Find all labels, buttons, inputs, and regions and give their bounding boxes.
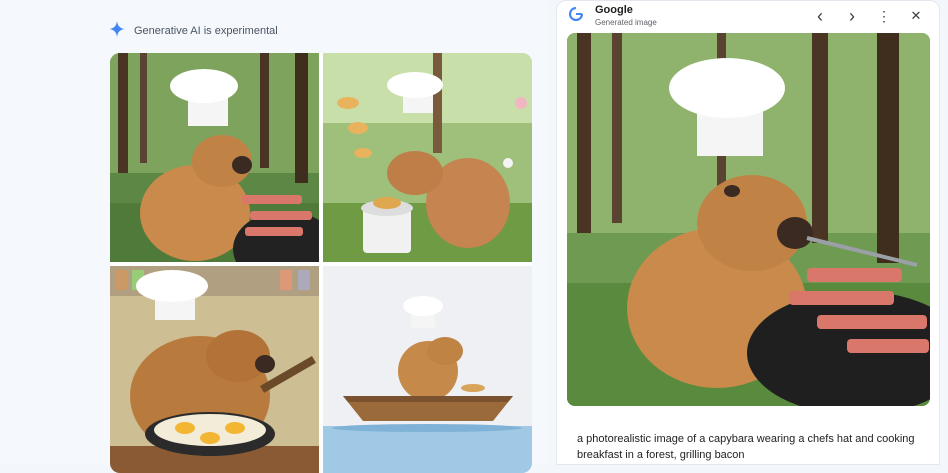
- capybara-grill-large-image: [567, 33, 930, 406]
- generated-image-preview: [567, 33, 930, 406]
- image-tile-kitchen-pan[interactable]: [110, 266, 319, 473]
- experimental-banner: Generative AI is experimental: [108, 20, 278, 42]
- experimental-label: Generative AI is experimental: [134, 25, 278, 37]
- capybara-frying-pan-image: [110, 266, 319, 473]
- gemini-sparkle-icon: [108, 20, 126, 43]
- panel-subtitle: Generated image: [595, 18, 657, 27]
- image-grid: [110, 53, 532, 473]
- more-options-button[interactable]: ⋮: [873, 6, 895, 26]
- close-button[interactable]: ✕: [905, 6, 927, 26]
- capybara-grill-image: [110, 53, 319, 262]
- capybara-pancakes-image: [323, 53, 532, 262]
- prev-button[interactable]: ‹: [809, 6, 831, 26]
- image-caption: a photorealistic image of a capybara wea…: [577, 433, 915, 461]
- google-g-icon: [568, 6, 584, 24]
- image-tile-forest-grill[interactable]: [110, 53, 319, 262]
- image-tile-boat[interactable]: [323, 266, 532, 473]
- panel-title: Google: [595, 4, 633, 16]
- generated-image-panel: Google Generated image ‹ › ⋮ ✕ a photore…: [556, 0, 940, 465]
- capybara-boat-image: [323, 266, 532, 473]
- image-tile-meadow-pancakes[interactable]: [323, 53, 532, 262]
- panel-header: Google Generated image ‹ › ⋮ ✕: [557, 1, 941, 31]
- results-area: Generative AI is experimental: [0, 0, 548, 473]
- next-button[interactable]: ›: [841, 6, 863, 26]
